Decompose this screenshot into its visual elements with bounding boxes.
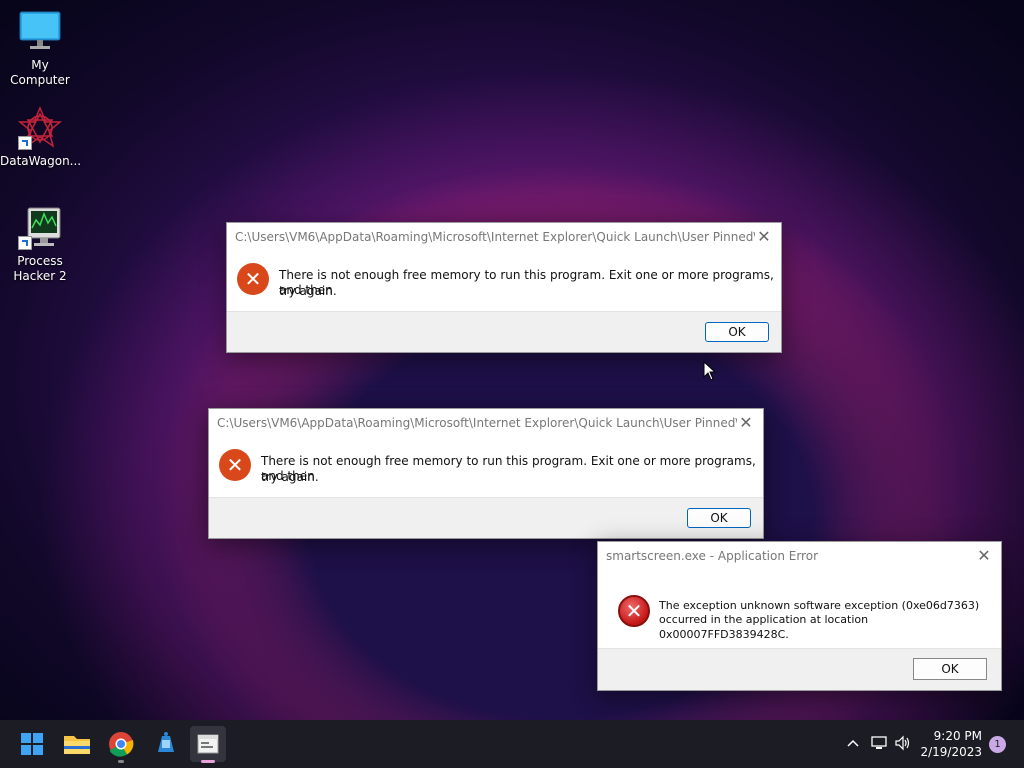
dialog-footer: OK: [209, 497, 763, 538]
windows-start-icon: [21, 733, 43, 755]
active-window-icon[interactable]: [190, 726, 226, 763]
error-dialog-2: C:\Users\VM6\AppData\Roaming\Microsoft\I…: [208, 408, 764, 539]
chrome-icon[interactable]: [103, 726, 139, 763]
error-dialog-1: C:\Users\VM6\AppData\Roaming\Microsoft\I…: [226, 222, 782, 353]
dialog-message-line2: try again.: [279, 284, 337, 298]
desktop-icon-label: Process Hacker 2: [13, 254, 67, 283]
active-indicator: [201, 760, 215, 763]
desktop-icon-process-hacker[interactable]: Process Hacker 2: [0, 206, 80, 284]
volume-icon[interactable]: [894, 734, 912, 752]
taskbar-clock[interactable]: 9:20 PM 2/19/2023: [920, 728, 982, 760]
dialog-title: C:\Users\VM6\AppData\Roaming\Microsoft\I…: [217, 416, 737, 430]
dialog-message-line2: occurred in the application at location …: [659, 613, 869, 641]
network-icon[interactable]: [870, 734, 888, 752]
desktop-icon-label: My Computer: [10, 58, 70, 87]
running-indicator: [118, 760, 124, 763]
process-hacker-icon: [18, 206, 62, 250]
dialog-message-line1: There is not enough free memory to run t…: [261, 454, 756, 483]
error-icon: ✕: [618, 595, 650, 627]
taskbar: 9:20 PM 2/19/2023 1: [0, 720, 1024, 768]
datawagon-icon: [17, 106, 63, 150]
start-button[interactable]: [14, 726, 50, 762]
error-icon: ✕: [219, 449, 251, 481]
ok-button[interactable]: OK: [705, 322, 769, 342]
dialog-footer: OK: [227, 311, 781, 352]
desktop-icon-my-computer[interactable]: My Computer: [0, 10, 80, 88]
shortcut-arrow-icon: [18, 236, 32, 250]
application-error-dialog: smartscreen.exe - Application Error ✕ ✕ …: [597, 541, 1002, 691]
dialog-title: C:\Users\VM6\AppData\Roaming\Microsoft\I…: [235, 230, 755, 244]
error-icon: ✕: [237, 263, 269, 295]
clock-date: 2/19/2023: [920, 745, 982, 759]
shortcut-arrow-icon: [18, 136, 32, 150]
dialog-message-line1: The exception unknown software exception…: [659, 599, 980, 612]
monitor-icon: [18, 10, 62, 54]
desktop-icon-datawagon[interactable]: DataWagon...: [0, 106, 82, 169]
ok-button[interactable]: OK: [913, 658, 987, 680]
dialog-footer: OK: [598, 648, 1001, 690]
app-icon[interactable]: [148, 726, 184, 762]
show-hidden-icons-chevron-icon[interactable]: [844, 734, 862, 752]
ok-button[interactable]: OK: [687, 508, 751, 528]
close-icon[interactable]: ✕: [735, 412, 757, 434]
clock-time: 9:20 PM: [933, 729, 982, 743]
desktop-icon-label: DataWagon...: [0, 154, 82, 168]
system-tray: [840, 720, 930, 768]
close-icon[interactable]: ✕: [753, 226, 775, 248]
notification-badge[interactable]: 1: [989, 736, 1006, 753]
file-explorer-icon[interactable]: [59, 726, 95, 762]
dialog-message-line2: try again.: [261, 470, 319, 484]
dialog-title: smartscreen.exe - Application Error: [606, 549, 818, 563]
close-icon[interactable]: ✕: [973, 545, 995, 567]
dialog-message-line1: There is not enough free memory to run t…: [279, 268, 774, 297]
